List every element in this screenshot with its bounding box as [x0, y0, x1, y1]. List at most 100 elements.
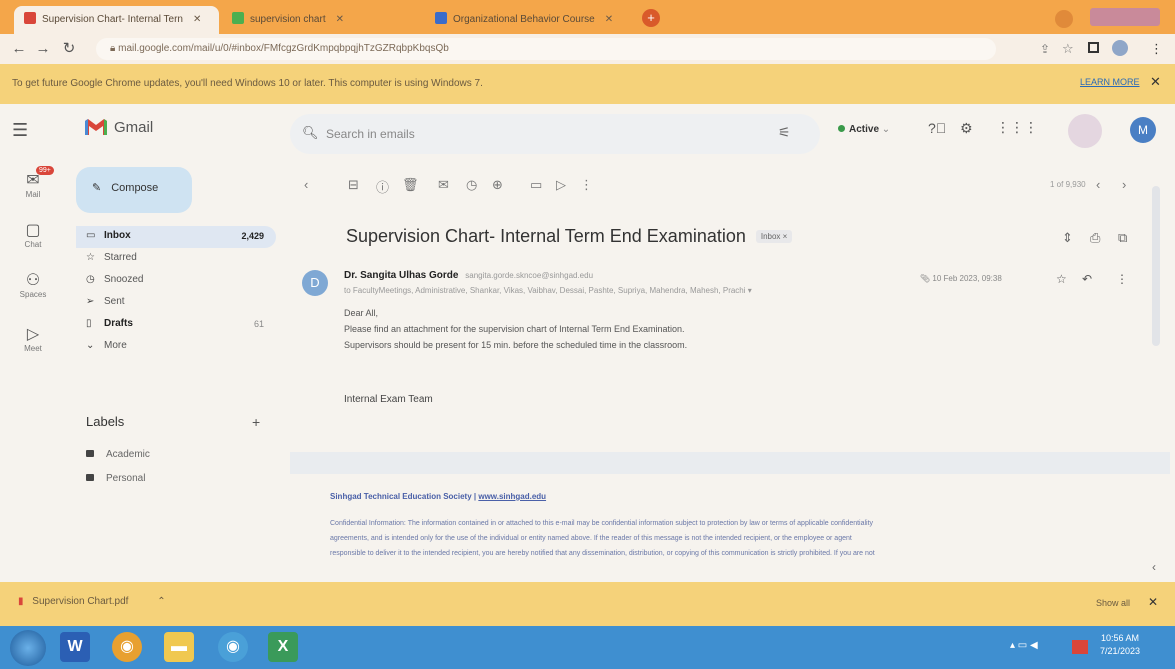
- download-bar-close-icon[interactable]: ✕: [1148, 595, 1158, 609]
- sidebar-item-more[interactable]: ⌄ More: [76, 336, 276, 358]
- disclaimer-line: agreements, and is intended only for the…: [330, 535, 852, 542]
- window-controls[interactable]: [1090, 8, 1160, 26]
- new-tab-button[interactable]: +: [642, 9, 660, 27]
- sidebar-item-inbox[interactable]: ▭ Inbox 2,429: [76, 226, 276, 248]
- compose-button[interactable]: ✎ Compose: [76, 167, 192, 213]
- settings-gear-icon[interactable]: ⚙: [960, 120, 973, 137]
- profile-avatar[interactable]: M: [1130, 117, 1156, 143]
- scrollbar[interactable]: [1152, 186, 1160, 346]
- sidebar-item-starred[interactable]: ☆ Starred: [76, 248, 276, 270]
- clock[interactable]: 10:56 AM 7/21/2023: [1100, 632, 1140, 658]
- rail-item-chat[interactable]: ▢ Chat: [0, 220, 66, 249]
- back-to-inbox-icon[interactable]: ‹: [304, 177, 308, 192]
- back-arrow-icon[interactable]: ←: [10, 40, 28, 58]
- chrome-taskbar-icon[interactable]: ◉: [112, 632, 142, 662]
- attachment-icon: 📎︎: [920, 274, 933, 283]
- profile-icon[interactable]: [1055, 10, 1073, 28]
- tray-app-icon[interactable]: [1072, 640, 1088, 654]
- expand-icon[interactable]: ⇕: [1062, 230, 1073, 246]
- extensions-icon[interactable]: [1088, 42, 1099, 53]
- tab-title: Supervision Chart- Internal Tern: [42, 14, 183, 25]
- share-icon[interactable]: ⇪: [1040, 42, 1050, 56]
- move-to-icon[interactable]: ▭: [530, 177, 542, 193]
- chrome-taskbar-icon-2[interactable]: ◉: [218, 632, 248, 662]
- sender-name[interactable]: Dr. Sangita Ulhas Gorde: [344, 270, 458, 281]
- rail-label: Spaces: [19, 290, 47, 299]
- help-icon[interactable]: ?⃝: [928, 120, 946, 136]
- rail-label: Mail: [25, 190, 41, 199]
- label-item-personal[interactable]: Personal: [86, 473, 145, 484]
- rail-item-meet[interactable]: ▷ Meet: [0, 324, 66, 353]
- reply-icon[interactable]: ↶: [1082, 272, 1092, 286]
- hamburger-menu-icon[interactable]: ☰: [12, 120, 28, 141]
- status-indicator[interactable]: Active ⌄: [838, 124, 890, 135]
- infobar-close-icon[interactable]: ✕: [1150, 74, 1161, 90]
- label-icon[interactable]: ▷: [556, 177, 566, 193]
- mail-icon: ✉: [26, 172, 40, 189]
- apps-grid-icon[interactable]: ⋮⋮⋮: [996, 119, 1038, 136]
- close-tab-icon[interactable]: ✕: [193, 14, 201, 25]
- search-options-icon[interactable]: ⚟: [778, 124, 791, 141]
- excel-taskbar-icon[interactable]: X: [268, 632, 298, 662]
- account-icon[interactable]: [1112, 40, 1128, 56]
- report-spam-icon[interactable]: ⓘ: [376, 177, 389, 196]
- tab-organizational-behavior[interactable]: Organizational Behavior Course ✕: [425, 6, 635, 34]
- rail-item-mail[interactable]: ✉ 99+ Mail: [0, 166, 66, 199]
- download-item[interactable]: ▮ Supervision Chart.pdf ⌃: [18, 596, 166, 607]
- star-email-icon[interactable]: ☆: [1056, 272, 1067, 286]
- delete-icon[interactable]: 🗑︎: [402, 177, 419, 193]
- chrome-update-infobar: To get future Google Chrome updates, you…: [0, 64, 1175, 104]
- learn-more-link[interactable]: LEARN MORE: [1080, 77, 1140, 87]
- newer-chevron-icon[interactable]: ‹: [1096, 177, 1100, 192]
- add-task-icon[interactable]: ⊕: [492, 177, 503, 193]
- add-label-button[interactable]: +: [252, 414, 260, 430]
- drive-favicon-icon: [232, 12, 244, 24]
- more-options-icon[interactable]: ⋮: [580, 177, 593, 193]
- label-item-academic[interactable]: Academic: [86, 449, 150, 460]
- search-icon[interactable]: 🔍︎: [302, 125, 319, 141]
- tab-title: Organizational Behavior Course: [453, 14, 595, 25]
- snooze-icon[interactable]: ◷: [466, 177, 477, 193]
- recipients-line[interactable]: to FacultyMeetings, Administrative, Shan…: [344, 286, 864, 295]
- archive-icon[interactable]: ⊟: [348, 177, 359, 193]
- word-taskbar-icon[interactable]: W: [60, 632, 90, 662]
- side-panel-toggle-icon[interactable]: ‹: [1152, 560, 1156, 574]
- close-tab-icon[interactable]: ✕: [605, 14, 613, 25]
- sidebar-item-sent[interactable]: ➢ Sent: [76, 292, 276, 314]
- older-chevron-icon[interactable]: ›: [1122, 177, 1126, 192]
- open-new-window-icon[interactable]: ⧉: [1118, 230, 1127, 246]
- gmail-logo[interactable]: Gmail: [84, 118, 153, 136]
- inbox-icon: ▭: [86, 230, 96, 241]
- unread-badge: 99+: [36, 166, 54, 175]
- email-date: 📎︎ 10 Feb 2023, 09:38: [920, 274, 1002, 283]
- system-tray-icons[interactable]: ▴ ▭ ◀: [1010, 640, 1038, 651]
- sidebar-item-drafts[interactable]: ▯ Drafts 61: [76, 314, 276, 336]
- label-name: Personal: [106, 473, 146, 484]
- search-input[interactable]: Search in emails: [326, 127, 415, 141]
- search-bar[interactable]: 🔍︎ Search in emails ⚟: [290, 114, 820, 154]
- tab-supervision-chart-email[interactable]: Supervision Chart- Internal Tern ✕: [14, 6, 219, 34]
- close-tab-icon[interactable]: ✕: [336, 14, 344, 25]
- url-bar[interactable]: 🔒︎ mail.google.com/mail/u/0/#inbox/FMfcg…: [96, 38, 996, 60]
- reload-icon[interactable]: ↻: [60, 40, 78, 58]
- footer-link[interactable]: www.sinhgad.edu: [478, 492, 546, 501]
- label-tag-icon: [86, 450, 94, 457]
- inbox-label-chip[interactable]: Inbox ×: [755, 230, 793, 243]
- download-file-name: Supervision Chart.pdf: [32, 596, 129, 607]
- status-label: Active: [849, 124, 880, 135]
- print-icon[interactable]: ⎙: [1090, 230, 1100, 246]
- more-actions-icon[interactable]: ⋮: [1116, 272, 1128, 286]
- sidebar-item-label: Drafts: [104, 318, 133, 329]
- mark-unread-icon[interactable]: ✉: [438, 177, 449, 193]
- menu-dots-icon[interactable]: ⋮: [1150, 41, 1163, 57]
- start-button[interactable]: [10, 630, 46, 666]
- show-all-button[interactable]: Show all: [1096, 598, 1130, 608]
- forward-arrow-icon[interactable]: →: [34, 40, 52, 58]
- footer-org: Sinhgad Technical Education Society | ww…: [330, 492, 547, 501]
- rail-item-spaces[interactable]: ⚇ Spaces: [0, 270, 66, 299]
- bookmark-star-icon[interactable]: ☆: [1062, 41, 1074, 57]
- tab-supervision-chart[interactable]: supervision chart ✕: [222, 6, 422, 34]
- sidebar-item-snoozed[interactable]: ◷ Snoozed: [76, 270, 276, 292]
- chevron-up-icon[interactable]: ⌃: [157, 596, 165, 607]
- explorer-taskbar-icon[interactable]: ▬: [164, 632, 194, 662]
